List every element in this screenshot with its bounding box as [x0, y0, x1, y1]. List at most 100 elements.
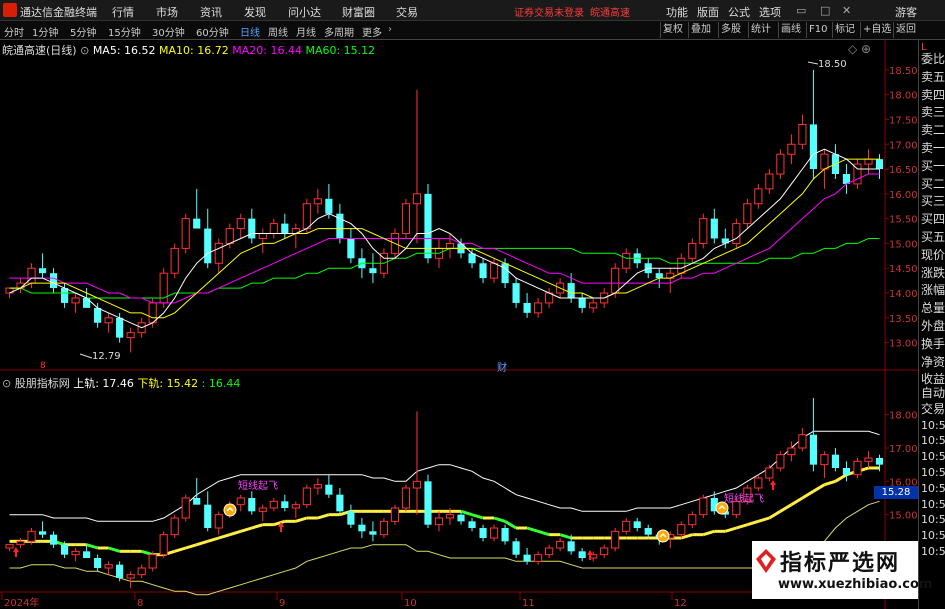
period-60min[interactable]: 60分钟 [196, 24, 229, 39]
sub-candle [159, 534, 168, 556]
main-candle [347, 238, 355, 259]
sub-legend-toggle-icon[interactable]: ⊙ [2, 377, 11, 390]
main-candle [479, 263, 487, 279]
menu-wenxiaoda[interactable]: 问小达 [288, 4, 321, 20]
legend-toggle-icon[interactable]: ⊙ [80, 44, 89, 57]
main-candle [225, 228, 234, 244]
sub-candle [170, 517, 179, 536]
sub-candle [820, 454, 829, 466]
main-candle [743, 203, 752, 225]
mid-band-segment [504, 520, 517, 530]
sub-candle [336, 494, 344, 512]
buy-arrow-icon [13, 547, 19, 552]
side-label: 买四 [921, 212, 945, 227]
kline-chart-area[interactable]: 18.50 18.00 17.50 17.00 16.50 16.00 15.50 15.00… [0, 40, 918, 609]
main-candle [71, 297, 80, 304]
btn-fuquan[interactable]: 复权 [660, 22, 685, 38]
sub-candle [754, 477, 763, 489]
mid-band-segment [559, 533, 572, 540]
main-candle [269, 223, 278, 235]
sub-candle [765, 467, 774, 479]
period-30min[interactable]: 30分钟 [152, 24, 185, 39]
main-candle [116, 317, 124, 338]
period-weekly[interactable]: 周线 [268, 24, 288, 39]
mid-band-segment [801, 490, 815, 500]
sub-candle [412, 480, 422, 489]
main-candle [60, 288, 69, 303]
period-fenshi[interactable]: 分时 [4, 24, 24, 39]
main-candle [578, 297, 586, 308]
mid-band-segment [229, 529, 242, 537]
side-label: 涨幅 [921, 283, 945, 298]
menu-banmian[interactable]: 版面 [697, 4, 719, 20]
sub-candle [468, 521, 476, 528]
period-1min[interactable]: 1分钟 [32, 24, 58, 39]
menu-caifuquan[interactable]: 财富圈 [342, 4, 375, 20]
sub-candle [49, 534, 58, 545]
chart-settings-icons[interactable]: ◇ ⊕ [848, 42, 871, 56]
sub-candle [281, 501, 289, 508]
mid-band-segment [735, 523, 748, 530]
btn-duogu[interactable]: 多股 [718, 22, 743, 38]
menu-gongshi[interactable]: 公式 [728, 4, 750, 20]
main-y-tick-label: 16.50 [889, 165, 918, 176]
btn-huaxian[interactable]: 画线 [778, 22, 803, 38]
btn-back[interactable]: 返回 [893, 22, 918, 38]
menu-faxian[interactable]: 发现 [244, 4, 266, 20]
menu-jiaoyi[interactable]: 交易 [396, 4, 418, 20]
x-axis: 2024年 8 9 10 11 12 [1, 592, 687, 609]
sub-candle [369, 531, 377, 535]
btn-tongji[interactable]: 统计 [748, 22, 773, 38]
period-more[interactable]: 更多 [362, 24, 382, 39]
sub-candle [258, 507, 267, 512]
sub-candle [567, 541, 575, 552]
login-warning[interactable]: 证券交易未登录 [514, 4, 584, 19]
main-y-tick-label: 17.50 [889, 115, 918, 126]
chevron-right-icon[interactable]: › [388, 24, 392, 35]
user-guest[interactable]: 游客 [895, 4, 917, 20]
sub-candle [688, 514, 697, 526]
side-label: 买二 [921, 176, 945, 191]
btn-f10[interactable]: F10 [806, 22, 829, 38]
mid-band-segment [141, 549, 154, 557]
menu-xuanxiang[interactable]: 选项 [759, 4, 781, 20]
minimize-icon[interactable]: ▭ [796, 4, 806, 17]
mid-band-segment [317, 513, 330, 520]
period-15min[interactable]: 15分钟 [108, 24, 141, 39]
period-monthly[interactable]: 月线 [296, 24, 316, 39]
side-trade-time: 10:57 [921, 513, 945, 527]
menu-hangqing[interactable]: 行情 [112, 4, 134, 20]
side-label: 委比 [921, 52, 945, 66]
main-y-tick-label: 16.00 [889, 190, 918, 201]
main-y-tick-label: 14.00 [889, 289, 918, 300]
main-candle [258, 233, 267, 239]
sub-candle [390, 507, 400, 522]
side-trade-time: 10:57 [921, 497, 945, 511]
sub-candle [148, 554, 157, 569]
mid-band-segment [537, 529, 550, 537]
main-ma-lines [9, 148, 880, 329]
btn-diejia[interactable]: 叠加 [688, 22, 713, 38]
side-label: 卖四 [921, 87, 945, 102]
menu-zixun[interactable]: 资讯 [200, 4, 222, 20]
side-trade-time: 10:57 [921, 529, 945, 543]
period-multi[interactable]: 多周期 [324, 24, 354, 39]
period-5min[interactable]: 5分钟 [70, 24, 96, 39]
sub-candle [457, 514, 465, 522]
mid-band-segment [460, 509, 473, 517]
period-daily[interactable]: 日线 [240, 24, 260, 39]
side-trade-time: 10:57 [921, 466, 945, 479]
menu-gongneng[interactable]: 功能 [666, 4, 688, 20]
main-y-axis: 18.50 18.00 17.50 17.00 16.50 16.00 15.50 15.00… [885, 66, 918, 350]
btn-add-favorite[interactable]: +自选 [860, 22, 893, 38]
sub-candle [302, 487, 311, 506]
restore-icon[interactable]: □ [820, 4, 830, 17]
btn-biaoji[interactable]: 标记 [832, 22, 857, 38]
high-leader-line [807, 61, 819, 65]
main-candle [49, 273, 58, 289]
menu-shichang[interactable]: 市场 [156, 4, 178, 20]
close-icon[interactable]: ✕ [842, 4, 851, 17]
sub-candle [116, 564, 124, 578]
fin-marker[interactable]: 财 [497, 359, 507, 374]
mid-band-segment [174, 546, 187, 553]
